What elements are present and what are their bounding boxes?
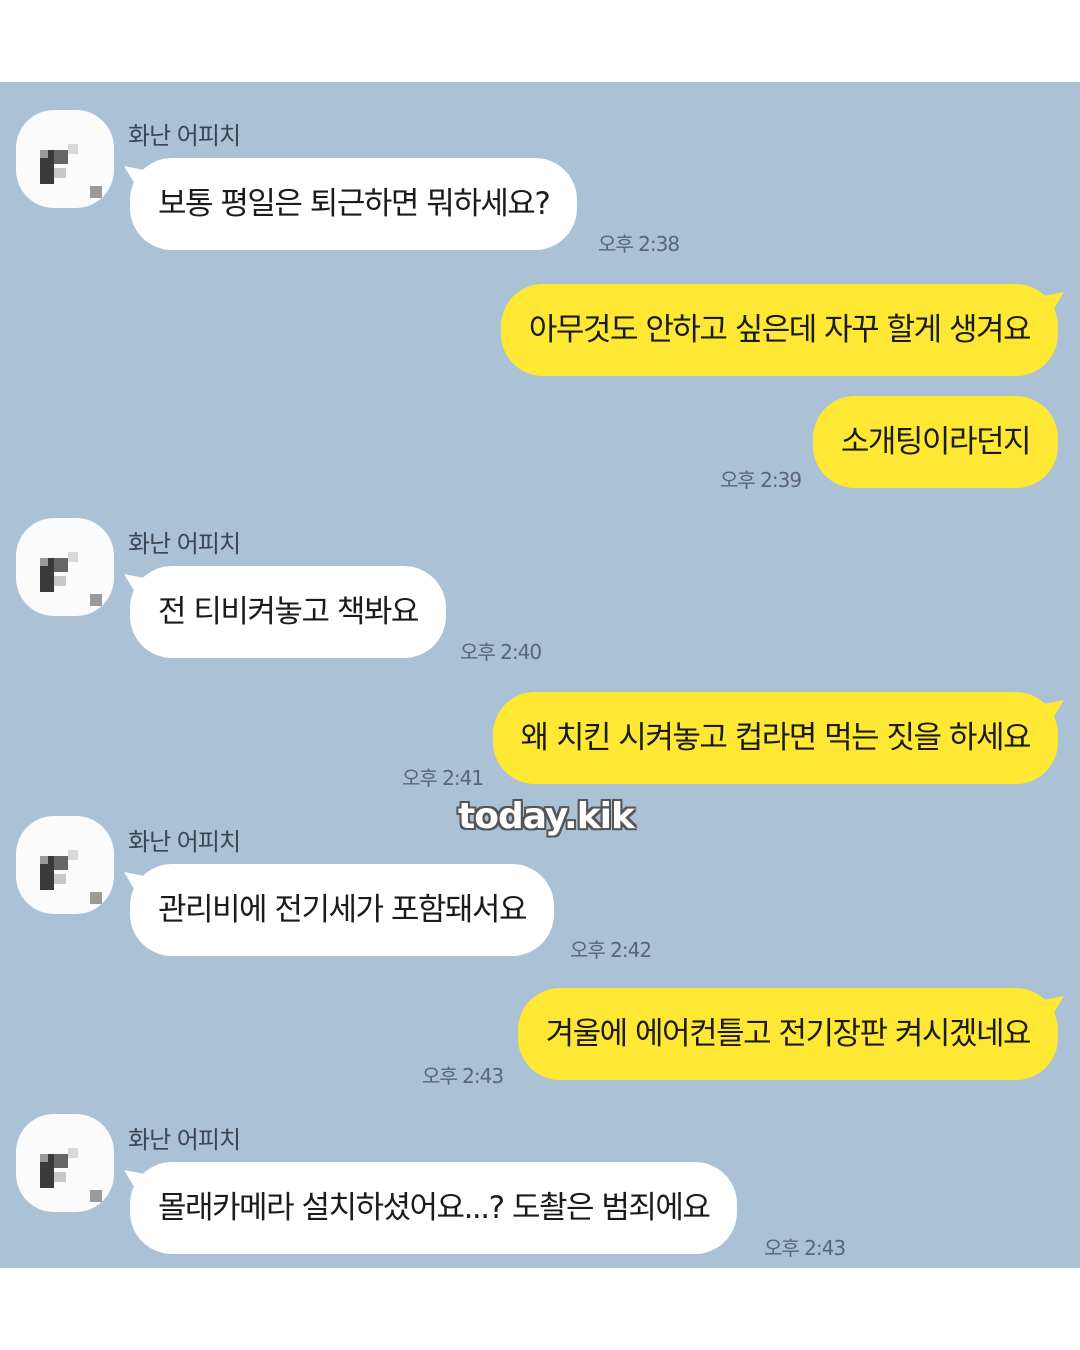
message-bubble-outgoing[interactable]: 왜 치킨 시켜놓고 컵라면 먹는 짓을 하세요: [492, 692, 1058, 784]
message-time: 오후 2:43: [764, 1236, 846, 1260]
chat-room: 화난 어피치 보통 평일은 퇴근하면 뭐하세요? 오후 2:38 아무것도 안하…: [0, 82, 1080, 1268]
message-bubble-incoming[interactable]: 보통 평일은 퇴근하면 뭐하세요?: [130, 158, 578, 250]
message-bubble-outgoing[interactable]: 겨울에 에어컨틀고 전기장판 켜시겠네요: [517, 988, 1058, 1080]
message-time: 오후 2:38: [598, 232, 680, 256]
message-time: 오후 2:43: [422, 1064, 504, 1088]
avatar[interactable]: [16, 110, 114, 208]
sender-name: 화난 어피치: [128, 530, 241, 558]
message-time: 오후 2:40: [460, 640, 542, 664]
message-bubble-outgoing[interactable]: 아무것도 안하고 싶은데 자꾸 할게 생겨요: [500, 284, 1058, 376]
watermark: today.kik: [458, 796, 635, 837]
sender-name: 화난 어피치: [128, 1126, 241, 1154]
avatar[interactable]: [16, 816, 114, 914]
avatar[interactable]: [16, 518, 114, 616]
message-time: 오후 2:41: [402, 766, 484, 790]
message-bubble-incoming[interactable]: 전 티비켜놓고 책봐요: [130, 566, 446, 658]
message-time: 오후 2:39: [720, 468, 802, 492]
message-bubble-outgoing[interactable]: 소개팅이라던지: [812, 396, 1058, 488]
message-time: 오후 2:42: [570, 938, 652, 962]
message-bubble-incoming[interactable]: 몰래카메라 설치하셨어요...? 도촬은 범죄에요: [130, 1162, 738, 1254]
avatar[interactable]: [16, 1114, 114, 1212]
message-bubble-incoming[interactable]: 관리비에 전기세가 포함돼서요: [130, 864, 554, 956]
sender-name: 화난 어피치: [128, 828, 241, 856]
sender-name: 화난 어피치: [128, 122, 241, 150]
